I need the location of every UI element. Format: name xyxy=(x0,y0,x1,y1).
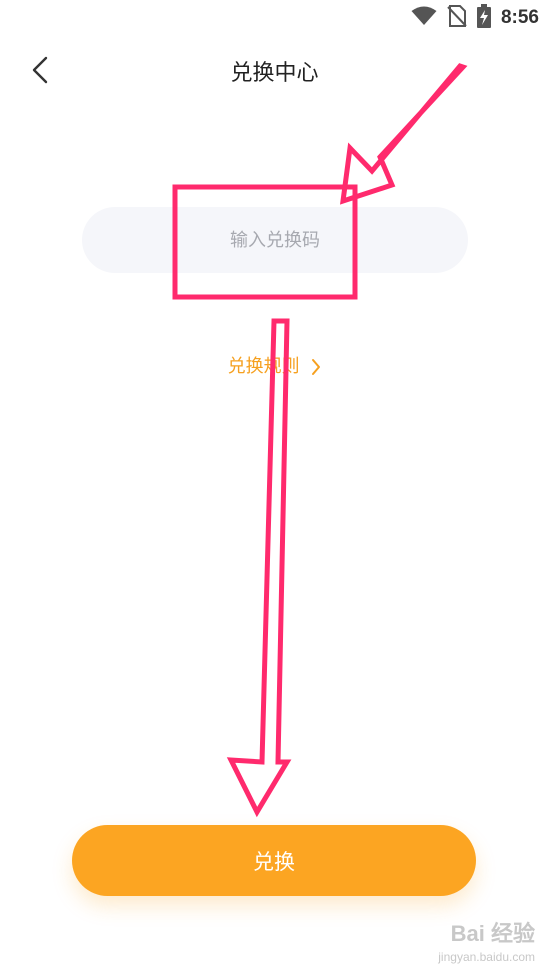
page-title: 兑换中心 xyxy=(230,61,319,86)
chevron-right-icon xyxy=(312,359,321,375)
nav-bar: 兑换中心 xyxy=(0,38,549,102)
watermark-brand: Bai 经验 xyxy=(450,921,535,946)
redeem-button[interactable]: 兑换 xyxy=(72,825,476,896)
watermark-url: jingyan.baidu.com xyxy=(438,950,535,964)
watermark: Bai 经验 jingyan.baidu.com xyxy=(438,916,535,964)
redeem-rules-label: 兑换规则 xyxy=(227,356,300,377)
status-bar: 8:56 xyxy=(0,0,549,36)
status-icons: 8:56 xyxy=(411,4,539,32)
wifi-icon xyxy=(411,6,437,30)
battery-charging-icon xyxy=(476,4,491,32)
redeem-rules-link[interactable]: 兑换规则 xyxy=(0,352,549,378)
no-sim-icon xyxy=(447,5,467,31)
redeem-code-input[interactable] xyxy=(82,207,468,273)
status-time: 8:56 xyxy=(500,7,539,28)
annotation-arrow-down xyxy=(226,318,292,818)
